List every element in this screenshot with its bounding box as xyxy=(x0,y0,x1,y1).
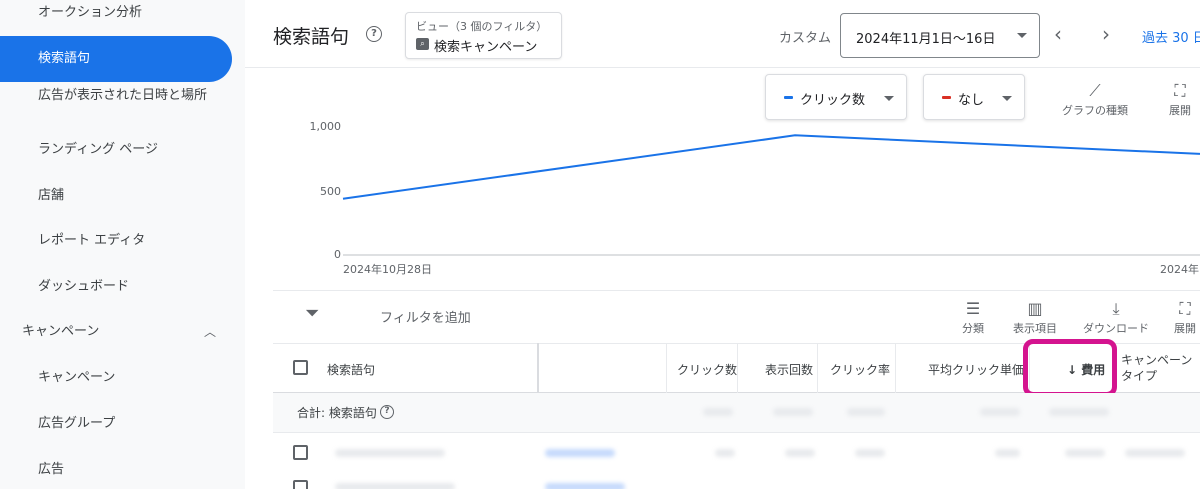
header-avg-cpc[interactable]: 平均クリック単価 xyxy=(928,361,1024,378)
line-chart xyxy=(342,134,1200,256)
sidebar-item-landing-pages[interactable]: ランディング ページ xyxy=(0,140,232,160)
chevron-up-icon[interactable]: ︿ xyxy=(204,322,216,342)
columns-label: 表示項目 xyxy=(1013,322,1057,335)
column-divider xyxy=(895,343,896,393)
row-value-redacted xyxy=(855,449,885,457)
column-divider xyxy=(817,343,818,393)
table-expand-button[interactable]: ⛶ 展開 xyxy=(1170,298,1200,336)
header-ctr[interactable]: クリック率 xyxy=(830,361,890,378)
x-tick-start: 2024年10月28日 xyxy=(343,263,432,276)
row-checkbox[interactable] xyxy=(293,445,308,460)
sidebar: オークション分析 検索語句 広告が表示された日時と場所 ランディング ページ 店… xyxy=(0,0,245,489)
total-cost-redacted xyxy=(1049,408,1109,416)
sidebar-item-report-editor[interactable]: レポート エディタ xyxy=(0,231,232,251)
row-checkbox[interactable] xyxy=(293,480,308,489)
total-clicks-redacted xyxy=(703,408,733,416)
header-impressions[interactable]: 表示回数 xyxy=(765,361,813,378)
column-divider xyxy=(666,343,667,393)
sidebar-item-dashboards[interactable]: ダッシュボード xyxy=(0,277,232,297)
add-filter-button[interactable]: フィルタを追加 xyxy=(380,307,471,326)
row-value-redacted xyxy=(995,449,1020,457)
help-icon[interactable]: ? xyxy=(380,405,394,419)
row-value-redacted xyxy=(1065,449,1105,457)
sidebar-item-when-where[interactable]: 広告が表示された日時と場所 xyxy=(0,86,232,106)
header-search-term[interactable]: 検索語句 xyxy=(327,361,375,378)
column-divider xyxy=(537,343,539,393)
y-tick-500: 500 xyxy=(320,185,341,198)
sidebar-item-search-terms[interactable]: 検索語句 xyxy=(0,36,232,82)
sidebar-item-ad-groups[interactable]: 広告グループ xyxy=(0,414,232,434)
header-campaign-type[interactable]: キャンペーン タイプ xyxy=(1121,352,1197,384)
sidebar-item-auction-insights[interactable]: オークション分析 xyxy=(0,3,232,23)
column-divider xyxy=(737,343,738,393)
main-content: 検索語句 ? ビュー（3 個のフィルタ） ⌕ 検索キャンペーン カスタム 202… xyxy=(245,0,1200,489)
row-term-redacted xyxy=(335,483,455,489)
header-clicks[interactable]: クリック数 xyxy=(677,361,737,378)
row-value-redacted xyxy=(715,449,735,457)
select-all-checkbox[interactable] xyxy=(293,360,308,375)
x-tick-end: 2024年 xyxy=(1160,263,1199,276)
y-tick-0: 0 xyxy=(334,248,341,261)
row-value-redacted xyxy=(1125,449,1185,457)
download-label: ダウンロード xyxy=(1083,322,1149,335)
sidebar-item-stores[interactable]: 店舗 xyxy=(0,186,232,206)
segment-label: 分類 xyxy=(962,322,984,335)
total-impressions-redacted xyxy=(773,408,813,416)
segment-button[interactable]: ☰ 分類 xyxy=(945,298,1001,336)
row-link-redacted xyxy=(545,483,625,489)
table-expand-label: 展開 xyxy=(1174,322,1196,335)
download-button[interactable]: ⤓ ダウンロード xyxy=(1077,298,1155,336)
clicks-series-line xyxy=(342,134,1200,200)
sidebar-item-campaigns[interactable]: キャンペーン xyxy=(0,368,232,388)
row-value-redacted xyxy=(785,449,815,457)
segment-icon: ☰ xyxy=(965,299,981,318)
columns-icon: ▥ xyxy=(1027,299,1043,318)
y-tick-1000: 1,000 xyxy=(309,120,342,133)
row-link-redacted xyxy=(545,449,615,457)
filter-icon[interactable]: ⏷ xyxy=(305,303,319,324)
cost-highlight-box xyxy=(1023,339,1117,397)
download-icon: ⤓ xyxy=(1112,299,1120,318)
sidebar-section-campaigns[interactable]: キャンペーン ︿ xyxy=(0,322,232,342)
total-label: 合計: 検索語句 xyxy=(297,406,377,420)
sidebar-item-ads[interactable]: 広告 xyxy=(0,460,232,480)
total-ctr-redacted xyxy=(847,408,885,416)
columns-button[interactable]: ▥ 表示項目 xyxy=(1005,298,1065,336)
sidebar-section-label: キャンペーン xyxy=(22,324,100,339)
expand-icon: ⛶ xyxy=(1179,299,1191,318)
row-term-redacted xyxy=(335,449,445,457)
total-cpc-redacted xyxy=(980,408,1020,416)
